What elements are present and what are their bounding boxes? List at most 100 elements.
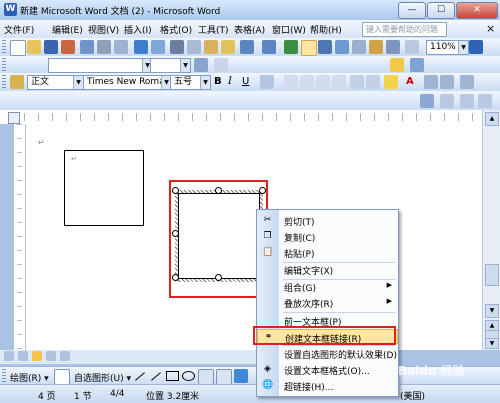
resize-handle[interactable] xyxy=(259,187,266,194)
document-page[interactable]: ↵ ↵ xyxy=(26,124,482,350)
grow-font-icon[interactable] xyxy=(424,75,438,89)
paste-icon[interactable] xyxy=(204,40,218,54)
address-combo[interactable]: ▼ xyxy=(48,58,153,73)
indent-icon[interactable] xyxy=(460,94,474,108)
resize-handle[interactable] xyxy=(172,230,179,237)
chevron-down-icon[interactable]: ▼ xyxy=(458,41,468,54)
help-icon[interactable] xyxy=(469,40,483,54)
highlight-color-icon[interactable] xyxy=(384,75,398,89)
context-format-textbox[interactable]: ◈ 设置文本框格式(O)... xyxy=(257,362,398,377)
textbox-2-selected[interactable] xyxy=(175,190,263,282)
spelling-icon[interactable] xyxy=(134,40,148,54)
autoshape-menu-button[interactable]: 自选图形(U) ▾ xyxy=(74,371,131,384)
scroll-up-icon[interactable]: ▲ xyxy=(485,112,499,126)
context-cut[interactable]: ✂ 剪切(T) xyxy=(257,213,398,228)
underline-button[interactable]: U xyxy=(242,76,249,87)
word-app-icon[interactable]: W xyxy=(4,3,17,16)
vertical-ruler[interactable] xyxy=(14,124,26,350)
wordart-icon[interactable] xyxy=(234,369,248,383)
toolbar-grip[interactable] xyxy=(2,58,6,72)
text-direction-icon[interactable] xyxy=(410,58,424,72)
char-border-icon[interactable] xyxy=(260,75,274,89)
save-icon[interactable] xyxy=(44,40,58,54)
bold-button[interactable]: B xyxy=(214,76,222,87)
toolbar-grip[interactable] xyxy=(2,369,6,383)
draw-menu-button[interactable]: 绘图(R) ▾ xyxy=(10,371,49,384)
style-combo-small[interactable]: ▼ xyxy=(150,58,191,73)
toolbar-grip[interactable] xyxy=(2,75,6,89)
toolbar-grip[interactable] xyxy=(2,40,6,54)
open-icon[interactable] xyxy=(27,40,41,54)
tables-borders-icon[interactable] xyxy=(301,40,317,56)
zoom-select[interactable]: 110% ▼ xyxy=(426,40,469,55)
align-center-icon[interactable] xyxy=(300,75,314,89)
line-icon[interactable] xyxy=(135,372,145,381)
scroll-down-icon[interactable]: ▼ xyxy=(485,304,499,318)
oval-icon[interactable] xyxy=(182,371,195,381)
styles-pane-icon[interactable] xyxy=(10,75,24,89)
copy-icon[interactable] xyxy=(187,40,201,54)
outdent-icon[interactable] xyxy=(478,94,492,108)
tab-icon[interactable] xyxy=(440,94,454,108)
menu-edit[interactable]: 编辑(E) xyxy=(52,23,83,36)
chevron-down-icon[interactable]: ▼ xyxy=(200,76,210,89)
minimize-button[interactable]: — xyxy=(398,2,426,19)
menu-file[interactable]: 文件(F) xyxy=(4,23,34,36)
horizontal-ruler[interactable] xyxy=(0,110,500,125)
insert-table-icon[interactable] xyxy=(318,40,332,54)
new-icon[interactable] xyxy=(10,40,26,56)
sigma-icon[interactable] xyxy=(460,75,474,89)
textbox-icon[interactable] xyxy=(198,369,214,385)
chevron-down-icon[interactable]: ▼ xyxy=(180,59,190,72)
close-button[interactable]: ✕ xyxy=(456,2,498,19)
font-select[interactable]: Times New Roman ▼ xyxy=(83,75,172,90)
style-select[interactable]: 正文 ▼ xyxy=(27,75,84,90)
research-icon[interactable] xyxy=(151,40,165,54)
redo-icon[interactable] xyxy=(262,40,276,54)
next-page-icon[interactable]: ▼ xyxy=(485,338,499,349)
normal-view-icon[interactable] xyxy=(4,351,14,361)
document-map-icon[interactable] xyxy=(386,40,400,54)
context-default-autoshape[interactable]: 设置自选图形的默认效果(D) xyxy=(257,346,398,361)
context-copy[interactable]: ❐ 复制(C) xyxy=(257,229,398,244)
print-icon[interactable] xyxy=(97,40,111,54)
resize-handle[interactable] xyxy=(215,187,222,194)
context-hyperlink[interactable]: 🌐 超链接(H)... xyxy=(257,378,398,393)
menu-insert[interactable]: 插入(I) xyxy=(124,23,152,36)
print-layout-icon[interactable] xyxy=(32,351,42,361)
vertical-textbox-icon[interactable] xyxy=(216,369,232,385)
drawing-icon[interactable] xyxy=(369,40,383,54)
textbox-1[interactable]: ↵ xyxy=(64,150,144,226)
font-color-button[interactable]: A xyxy=(406,76,414,87)
highlight-icon[interactable] xyxy=(390,58,404,72)
show-hide-icon[interactable] xyxy=(405,40,419,54)
textbox-2[interactable] xyxy=(178,193,260,279)
shrink-font-icon[interactable] xyxy=(440,75,454,89)
menu-tools[interactable]: 工具(T) xyxy=(198,23,229,36)
menu-window[interactable]: 窗口(W) xyxy=(272,23,306,36)
select-objects-icon[interactable] xyxy=(54,369,70,385)
vertical-scrollbar[interactable]: ▲ ▼ ▲ ▼ xyxy=(482,110,500,350)
align-icon[interactable] xyxy=(214,58,228,72)
context-order[interactable]: 叠放次序(R) ▶ xyxy=(257,295,398,310)
format-painter-icon[interactable] xyxy=(221,40,235,54)
resize-handle[interactable] xyxy=(172,274,179,281)
hyperlink-icon[interactable] xyxy=(284,40,298,54)
email-icon[interactable] xyxy=(80,40,94,54)
maximize-button[interactable]: ☐ xyxy=(427,2,455,19)
tab-selector[interactable] xyxy=(8,112,20,124)
align-right-icon[interactable] xyxy=(316,75,330,89)
italic-button[interactable]: I xyxy=(228,76,232,87)
context-paste[interactable]: 📋 粘贴(P) xyxy=(257,245,398,260)
cut-icon[interactable] xyxy=(170,40,184,54)
web-view-icon[interactable] xyxy=(18,351,28,361)
context-group[interactable]: 组合(G) ▶ xyxy=(257,279,398,294)
menu-help[interactable]: 帮助(H) xyxy=(310,23,342,36)
help-close-icon[interactable]: × xyxy=(486,22,495,35)
outline-icon[interactable] xyxy=(420,94,434,108)
resize-handle[interactable] xyxy=(172,187,179,194)
justify-icon[interactable] xyxy=(332,75,346,89)
scroll-thumb[interactable] xyxy=(485,264,499,286)
columns-icon[interactable] xyxy=(352,40,366,54)
print-preview-icon[interactable] xyxy=(114,40,128,54)
